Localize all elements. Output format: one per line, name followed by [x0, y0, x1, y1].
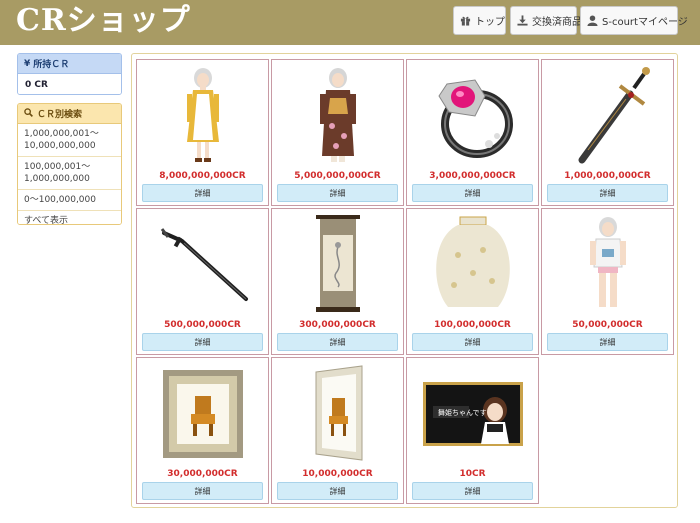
- product-card[interactable]: 1,000,000,000CR 詳細: [541, 59, 674, 206]
- range-filter-0-100m[interactable]: 0〜100,000,000: [18, 190, 121, 211]
- product-card[interactable]: 3,000,000,000CR 詳細: [406, 59, 539, 206]
- maid-dress-avatar-image[interactable]: [137, 62, 268, 170]
- cr-search-header: ＣＲ別検索: [18, 104, 121, 124]
- mypage-label: S-courtマイページ: [602, 17, 688, 28]
- product-card[interactable]: 30,000,000CR 詳細: [136, 357, 269, 504]
- product-card[interactable]: 10,000,000CR 詳細: [271, 357, 404, 504]
- site-logo[interactable]: CRショップ: [16, 2, 191, 40]
- cr-balance-value: 0 CR: [18, 74, 121, 94]
- range-filter-1b-10b[interactable]: 1,000,000,001〜10,000,000,000: [18, 124, 121, 157]
- product-price: 5,000,000,000CR: [294, 171, 381, 181]
- detail-button[interactable]: 詳細: [142, 482, 263, 500]
- kimono-avatar-image[interactable]: [272, 62, 403, 170]
- top-button[interactable]: トップ: [453, 6, 506, 35]
- user-icon: [587, 15, 598, 26]
- product-card[interactable]: 50,000,000CR 詳細: [541, 208, 674, 355]
- detail-button[interactable]: 詳細: [277, 482, 398, 500]
- jeweled-ring-image[interactable]: [407, 62, 538, 170]
- product-price: 10,000,000CR: [302, 469, 373, 479]
- detail-button[interactable]: 詳細: [412, 184, 533, 202]
- detail-button[interactable]: 詳細: [412, 482, 533, 500]
- product-grid: 8,000,000,000CR 詳細 5,000,000,000CR 詳細 3,…: [131, 53, 678, 508]
- product-card[interactable]: 舞姫ちゃんです 10CR 詳細: [406, 357, 539, 504]
- cr-search-panel: ＣＲ別検索 1,000,000,001〜10,000,000,000 100,0…: [17, 103, 122, 225]
- detail-button[interactable]: 詳細: [412, 333, 533, 351]
- product-card[interactable]: 8,000,000,000CR 詳細: [136, 59, 269, 206]
- download-icon: [517, 15, 528, 26]
- show-all-filter[interactable]: すべて表示: [18, 211, 121, 224]
- detail-button[interactable]: 詳細: [277, 184, 398, 202]
- top-button-label: トップ: [475, 17, 505, 28]
- product-price: 1,000,000,000CR: [564, 171, 651, 181]
- exchanged-items-button[interactable]: 交換済商品: [510, 6, 582, 35]
- product-card[interactable]: 5,000,000,000CR 詳細: [271, 59, 404, 206]
- cr-balance-panel: ¥ 所持ＣＲ 0 CR: [17, 53, 122, 95]
- product-price: 100,000,000CR: [434, 320, 511, 330]
- framed-chair-painting-image[interactable]: [137, 360, 268, 468]
- product-card[interactable]: 500,000,000CR 詳細: [136, 208, 269, 355]
- gift-icon: [460, 15, 471, 26]
- product-price: 10CR: [459, 469, 486, 479]
- product-price: 3,000,000,000CR: [429, 171, 516, 181]
- ornate-sword-image[interactable]: [542, 62, 673, 170]
- hanging-scroll-image[interactable]: [272, 211, 403, 319]
- mypage-button[interactable]: S-courtマイページ: [580, 6, 688, 35]
- cr-search-title: ＣＲ別検索: [37, 110, 83, 120]
- cr-balance-header: ¥ 所持ＣＲ: [18, 54, 121, 74]
- detail-button[interactable]: 詳細: [142, 333, 263, 351]
- product-price: 500,000,000CR: [164, 320, 241, 330]
- framed-chair-painting-small-image[interactable]: [272, 360, 403, 468]
- header-bar: CRショップ トップ 交換済商品 S-courtマイページ: [0, 0, 700, 45]
- product-price: 50,000,000CR: [572, 320, 643, 330]
- product-price: 8,000,000,000CR: [159, 171, 246, 181]
- range-filter-100m-1b[interactable]: 100,000,001〜1,000,000,000: [18, 157, 121, 190]
- product-price: 30,000,000CR: [167, 469, 238, 479]
- cr-balance-title: 所持ＣＲ: [33, 60, 70, 70]
- product-card[interactable]: 100,000,000CR 詳細: [406, 208, 539, 355]
- exchanged-items-label: 交換済商品: [532, 17, 582, 28]
- detail-button[interactable]: 詳細: [547, 333, 668, 351]
- product-card[interactable]: 300,000,000CR 詳細: [271, 208, 404, 355]
- anime-banner-image[interactable]: 舞姫ちゃんです: [407, 360, 538, 468]
- ceramic-vase-image[interactable]: [407, 211, 538, 319]
- detail-button[interactable]: 詳細: [277, 333, 398, 351]
- detail-button[interactable]: 詳細: [547, 184, 668, 202]
- search-icon: [24, 107, 33, 120]
- detail-button[interactable]: 詳細: [142, 184, 263, 202]
- tshirt-avatar-image[interactable]: [542, 211, 673, 319]
- yen-icon: ¥: [24, 58, 31, 69]
- banner-text: 舞姫ちゃんです: [438, 409, 487, 417]
- katana-image[interactable]: [137, 211, 268, 319]
- product-price: 300,000,000CR: [299, 320, 376, 330]
